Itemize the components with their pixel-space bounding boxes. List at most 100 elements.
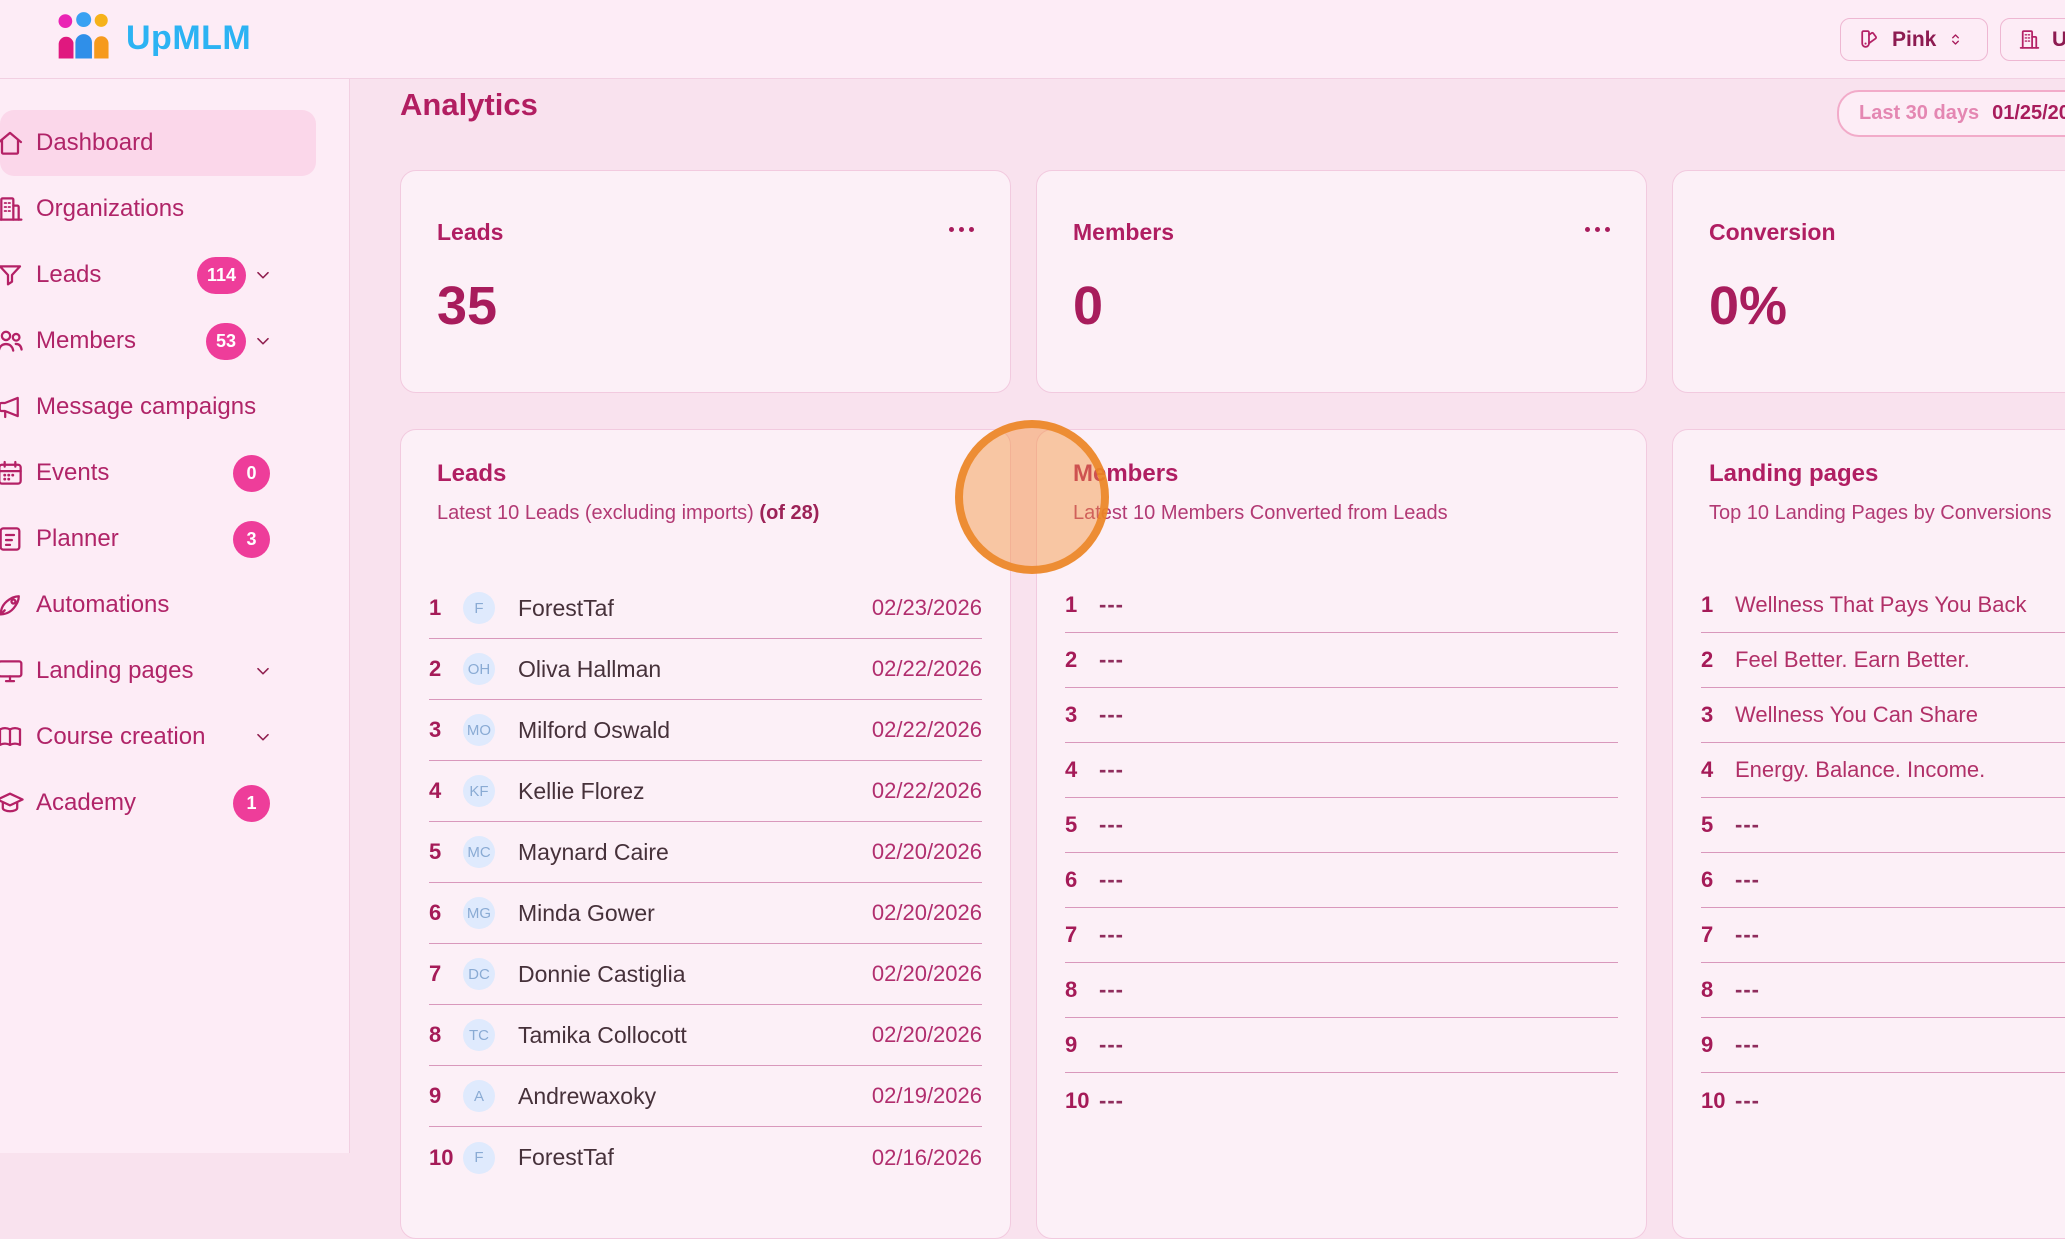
updown-icon: [1946, 30, 1965, 49]
member-row[interactable]: 7---: [1065, 908, 1618, 963]
sidebar-item-academy[interactable]: Academy1: [0, 770, 316, 836]
stat-card-title: Leads: [437, 219, 503, 246]
date-range-label: Last 30 days: [1859, 102, 1979, 125]
panel-title: Members: [1073, 460, 1178, 488]
lead-date: 02/20/2026: [872, 839, 982, 865]
sidebar-item-planner[interactable]: Planner3: [0, 506, 316, 572]
panel-title: Landing pages: [1709, 460, 1878, 488]
member-placeholder: ---: [1099, 757, 1124, 783]
member-row[interactable]: 3---: [1065, 688, 1618, 743]
member-row[interactable]: 8---: [1065, 963, 1618, 1018]
member-placeholder: ---: [1099, 867, 1124, 893]
member-row[interactable]: 1---: [1065, 578, 1618, 633]
landing-page-row[interactable]: 2Feel Better. Earn Better.: [1701, 633, 2065, 688]
landing-page-row[interactable]: 4Energy. Balance. Income.: [1701, 743, 2065, 798]
member-row[interactable]: 4---: [1065, 743, 1618, 798]
sidebar-item-label: Automations: [36, 591, 169, 619]
row-rank: 7: [1701, 922, 1735, 948]
sidebar-item-landing-pages[interactable]: Landing pages: [0, 638, 316, 704]
panel-landing-pages: Landing pages Top 10 Landing Pages by Con…: [1672, 429, 2065, 1239]
ellipsis-menu-icon[interactable]: [1581, 223, 1614, 236]
landing-pages-list: 1Wellness That Pays You Back2Feel Better…: [1701, 578, 2065, 1128]
leads-list: 1FForestTaf02/23/20262OHOliva Hallman02/…: [429, 578, 982, 1188]
panel-members: Members Latest 10 Members Converted from …: [1036, 429, 1647, 1239]
date-range-picker[interactable]: Last 30 days 01/25/20: [1837, 90, 2065, 137]
panel-subtitle: Latest 10 Members Converted from Leads: [1073, 502, 1448, 525]
lead-date: 02/20/2026: [872, 900, 982, 926]
landing-page-row[interactable]: 10---: [1701, 1073, 2065, 1128]
lead-date: 02/22/2026: [872, 656, 982, 682]
theme-select-value: Pink: [1892, 28, 1936, 52]
lead-row[interactable]: 8TCTamika Collocott02/20/2026: [429, 1005, 982, 1066]
page-title: Analytics: [400, 87, 538, 123]
landing-page-title: ---: [1735, 977, 1760, 1003]
chevron-down-icon[interactable]: [252, 726, 274, 748]
stat-card-value: 0: [1073, 275, 1103, 337]
lead-name: Oliva Hallman: [518, 656, 661, 683]
lead-row[interactable]: 10FForestTaf02/16/2026: [429, 1127, 982, 1188]
sidebar-item-label: Planner: [36, 525, 119, 553]
member-placeholder: ---: [1099, 1088, 1124, 1114]
stat-card-title: Members: [1073, 219, 1174, 246]
member-row[interactable]: 10---: [1065, 1073, 1618, 1128]
sidebar-item-course-creation[interactable]: Course creation: [0, 704, 316, 770]
chevron-down-icon[interactable]: [252, 264, 274, 286]
sidebar-item-message-campaigns[interactable]: Message campaigns: [0, 374, 316, 440]
sidebar-item-leads[interactable]: Leads114: [0, 242, 316, 308]
row-rank: 8: [1701, 977, 1735, 1003]
lead-row[interactable]: 2OHOliva Hallman02/22/2026: [429, 639, 982, 700]
count-badge: 53: [206, 323, 246, 360]
avatar: DC: [463, 958, 495, 990]
sidebar-item-organizations[interactable]: Organizations: [0, 176, 316, 242]
panel-subtitle: Top 10 Landing Pages by Conversions: [1709, 502, 2051, 525]
chevron-down-icon[interactable]: [252, 660, 274, 682]
landing-page-title: Wellness You Can Share: [1735, 702, 1978, 728]
landing-page-row[interactable]: 5---: [1701, 798, 2065, 853]
member-row[interactable]: 5---: [1065, 798, 1618, 853]
sidebar-item-label: Organizations: [36, 195, 184, 223]
stat-card-leads: Leads35: [400, 170, 1011, 393]
lead-row[interactable]: 7DCDonnie Castiglia02/20/2026: [429, 944, 982, 1005]
lead-name: Minda Gower: [518, 900, 655, 927]
row-rank: 7: [1065, 922, 1099, 948]
row-rank: 10: [1701, 1088, 1735, 1114]
landing-page-row[interactable]: 3Wellness You Can Share: [1701, 688, 2065, 743]
avatar: KF: [463, 775, 495, 807]
chevron-down-icon[interactable]: [252, 330, 274, 352]
lead-row[interactable]: 6MGMinda Gower02/20/2026: [429, 883, 982, 944]
member-row[interactable]: 9---: [1065, 1018, 1618, 1073]
landing-page-row[interactable]: 9---: [1701, 1018, 2065, 1073]
sidebar-item-label: Members: [36, 327, 136, 355]
landing-page-title: ---: [1735, 922, 1760, 948]
row-rank: 3: [429, 717, 463, 743]
app-logo[interactable]: UpMLM: [52, 10, 251, 66]
row-rank: 6: [1701, 867, 1735, 893]
sidebar-item-automations[interactable]: Automations: [0, 572, 316, 638]
member-row[interactable]: 2---: [1065, 633, 1618, 688]
organization-select[interactable]: U: [2000, 18, 2065, 61]
sidebar-item-dashboard[interactable]: Dashboard: [0, 110, 316, 176]
landing-page-title: ---: [1735, 1032, 1760, 1058]
people-icon: [0, 325, 26, 357]
theme-select[interactable]: Pink: [1840, 18, 1988, 61]
sidebar-item-members[interactable]: Members 53: [0, 308, 316, 374]
landing-page-row[interactable]: 8---: [1701, 963, 2065, 1018]
lead-row[interactable]: 4KFKellie Florez02/22/2026: [429, 761, 982, 822]
lead-row[interactable]: 9AAndrewaxoky02/19/2026: [429, 1066, 982, 1127]
row-rank: 8: [1065, 977, 1099, 1003]
count-badge: 0: [233, 455, 270, 492]
lead-row[interactable]: 5MCMaynard Caire02/20/2026: [429, 822, 982, 883]
sidebar-item-events[interactable]: Events0: [0, 440, 316, 506]
lists-row: LeadsLatest 10 Leads (excluding imports)…: [400, 429, 2065, 1239]
lead-row[interactable]: 1FForestTaf02/23/2026: [429, 578, 982, 639]
landing-page-row[interactable]: 1Wellness That Pays You Back: [1701, 578, 2065, 633]
landing-page-title: ---: [1735, 867, 1760, 893]
sidebar-item-label: Dashboard: [36, 129, 153, 157]
sidebar-item-label: Academy: [36, 789, 136, 817]
landing-page-row[interactable]: 7---: [1701, 908, 2065, 963]
member-row[interactable]: 6---: [1065, 853, 1618, 908]
landing-page-row[interactable]: 6---: [1701, 853, 2065, 908]
ellipsis-menu-icon[interactable]: [945, 223, 978, 236]
lead-row[interactable]: 3MOMilford Oswald02/22/2026: [429, 700, 982, 761]
home-icon: [0, 127, 26, 159]
